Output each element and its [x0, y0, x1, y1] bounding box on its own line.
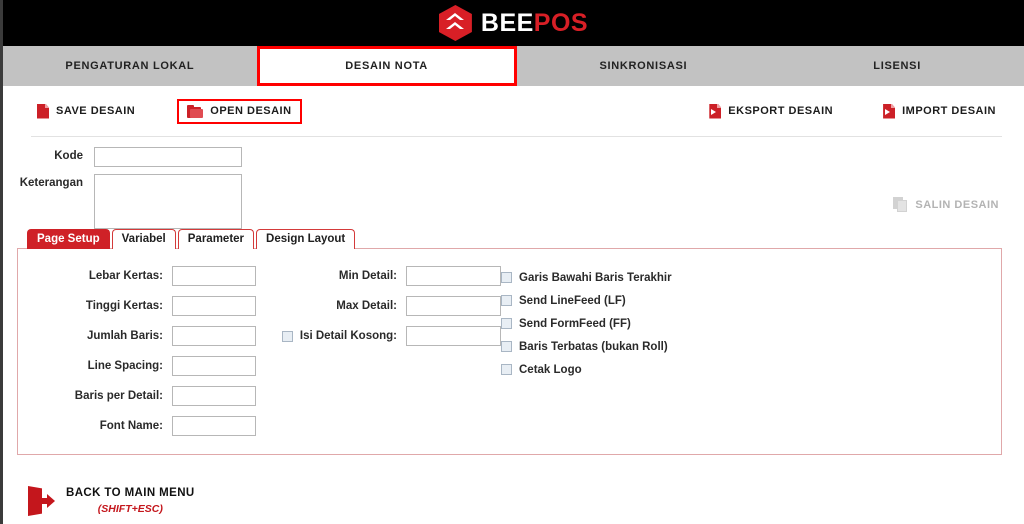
- max-detail-row: Max Detail:: [256, 293, 501, 319]
- font-name-input[interactable]: [172, 416, 256, 436]
- cetak-logo-label: Cetak Logo: [519, 363, 582, 376]
- settings-tabs: Page Setup Variabel Parameter Design Lay…: [3, 229, 1024, 249]
- isi-detail-kosong-checkbox[interactable]: [281, 330, 293, 342]
- nav-item-lisensi[interactable]: LISENSI: [770, 46, 1024, 86]
- lebar-kertas-input[interactable]: [172, 266, 256, 286]
- jumlah-baris-input[interactable]: [172, 326, 256, 346]
- tinggi-kertas-label: Tinggi Kertas:: [85, 300, 163, 312]
- line-spacing-label: Line Spacing:: [87, 360, 163, 372]
- open-desain-button[interactable]: OPEN DESAIN: [177, 98, 302, 124]
- eksport-desain-button[interactable]: EKSPORT DESAIN: [703, 101, 839, 122]
- tinggi-kertas-input[interactable]: [172, 296, 256, 316]
- line-spacing-row: Line Spacing:: [44, 353, 256, 379]
- beepos-hexagon-logo-icon: [438, 5, 472, 41]
- kode-input[interactable]: [94, 147, 242, 167]
- back-to-main-menu-text: BACK TO MAIN MENU (SHIFT+ESC): [66, 486, 195, 516]
- open-desain-label: OPEN DESAIN: [210, 105, 292, 117]
- send-linefeed-checkbox[interactable]: [501, 295, 512, 306]
- exit-door-arrow-icon: [28, 486, 55, 516]
- send-linefeed-label: Send LineFeed (LF): [519, 294, 626, 307]
- save-desain-label: SAVE DESAIN: [56, 105, 136, 117]
- baris-per-detail-input[interactable]: [172, 386, 256, 406]
- baris-terbatas-checkbox[interactable]: [501, 341, 512, 352]
- app-header: BEEPOS: [3, 0, 1024, 46]
- kode-label: Kode: [54, 150, 83, 162]
- import-desain-label: IMPORT DESAIN: [902, 105, 996, 117]
- beepos-logo: BEEPOS: [438, 5, 589, 41]
- import-desain-button[interactable]: IMPORT DESAIN: [877, 101, 1002, 122]
- document-import-icon: [883, 103, 896, 119]
- garis-bawahi-checkbox[interactable]: [501, 272, 512, 283]
- send-formfeed-checkbox[interactable]: [501, 318, 512, 329]
- option-cetak-logo[interactable]: Cetak Logo: [501, 358, 672, 381]
- nav-item-sinkronisasi[interactable]: SINKRONISASI: [517, 46, 771, 86]
- lebar-kertas-row: Lebar Kertas:: [44, 263, 256, 289]
- lebar-kertas-label: Lebar Kertas:: [88, 270, 163, 282]
- nav-item-desain-nota[interactable]: DESAIN NOTA: [256, 46, 517, 86]
- isi-detail-kosong-label: Isi Detail Kosong:: [299, 330, 397, 342]
- isi-detail-kosong-row: Isi Detail Kosong:: [256, 323, 501, 349]
- document-export-icon: [709, 103, 722, 119]
- folder-icon: [187, 104, 204, 118]
- salin-desain-button[interactable]: SALIN DESAIN: [893, 197, 999, 212]
- line-spacing-input[interactable]: [172, 356, 256, 376]
- option-send-linefeed[interactable]: Send LineFeed (LF): [501, 289, 672, 312]
- kode-row: Kode: [3, 147, 1024, 167]
- keterangan-row: Keterangan: [3, 174, 1024, 229]
- option-garis-bawahi-baris-terakhir[interactable]: Garis Bawahi Baris Terakhir: [501, 266, 672, 289]
- isi-detail-kosong-input[interactable]: [406, 326, 501, 346]
- garis-bawahi-label: Garis Bawahi Baris Terakhir: [519, 271, 672, 284]
- max-detail-label: Max Detail:: [336, 300, 397, 312]
- document-icon: [37, 103, 49, 119]
- tab-page-setup[interactable]: Page Setup: [27, 229, 110, 249]
- font-name-label: Font Name:: [99, 420, 163, 432]
- eksport-desain-label: EKSPORT DESAIN: [728, 105, 834, 117]
- baris-per-detail-row: Baris per Detail:: [44, 383, 256, 409]
- tab-design-layout[interactable]: Design Layout: [256, 229, 356, 249]
- page-setup-options-column: Garis Bawahi Baris Terakhir Send LineFee…: [501, 263, 672, 443]
- jumlah-baris-label: Jumlah Baris:: [86, 330, 163, 342]
- min-detail-input[interactable]: [406, 266, 501, 286]
- back-to-main-menu-label: BACK TO MAIN MENU: [66, 487, 195, 500]
- design-meta-form: Kode Keterangan SALIN DESAIN: [3, 137, 1024, 229]
- main-navigation: PENGATURAN LOKAL DESAIN NOTA SINKRONISAS…: [3, 46, 1024, 86]
- cetak-logo-checkbox[interactable]: [501, 364, 512, 375]
- tinggi-kertas-row: Tinggi Kertas:: [44, 293, 256, 319]
- logo-text-pos: POS: [533, 8, 589, 37]
- baris-per-detail-label: Baris per Detail:: [74, 390, 163, 402]
- back-to-main-menu-button[interactable]: BACK TO MAIN MENU (SHIFT+ESC): [28, 486, 195, 516]
- page-setup-panel: Lebar Kertas: Tinggi Kertas: Jumlah Bari…: [17, 248, 1002, 455]
- salin-desain-label: SALIN DESAIN: [915, 198, 999, 211]
- save-desain-button[interactable]: SAVE DESAIN: [31, 101, 141, 122]
- send-formfeed-label: Send FormFeed (FF): [519, 317, 631, 330]
- tab-variabel[interactable]: Variabel: [111, 229, 176, 249]
- tab-parameter[interactable]: Parameter: [177, 229, 255, 249]
- page-setup-left-column: Lebar Kertas: Tinggi Kertas: Jumlah Bari…: [44, 263, 256, 443]
- back-to-main-menu-shortcut: (SHIFT+ESC): [97, 502, 163, 515]
- keterangan-textarea[interactable]: [94, 174, 242, 229]
- logo-text-bee: BEE: [480, 8, 534, 37]
- min-detail-row: Min Detail:: [256, 263, 501, 289]
- baris-terbatas-label: Baris Terbatas (bukan Roll): [519, 340, 668, 353]
- max-detail-input[interactable]: [406, 296, 501, 316]
- min-detail-label: Min Detail:: [338, 270, 397, 282]
- option-send-formfeed[interactable]: Send FormFeed (FF): [501, 312, 672, 335]
- nav-item-pengaturan-lokal[interactable]: PENGATURAN LOKAL: [3, 46, 257, 86]
- font-name-row: Font Name:: [44, 413, 256, 439]
- application-window: BEEPOS PENGATURAN LOKAL DESAIN NOTA SINK…: [0, 0, 1024, 524]
- logo-wordmark: BEEPOS: [480, 8, 589, 37]
- keterangan-label: Keterangan: [19, 177, 83, 189]
- copy-icon: [893, 197, 908, 212]
- jumlah-baris-row: Jumlah Baris:: [44, 323, 256, 349]
- page-setup-middle-column: Min Detail: Max Detail: Isi Detail Koson…: [256, 263, 501, 443]
- design-toolbar: SAVE DESAIN OPEN DESAIN EKSPORT DESAIN I…: [3, 86, 1024, 136]
- option-baris-terbatas[interactable]: Baris Terbatas (bukan Roll): [501, 335, 672, 358]
